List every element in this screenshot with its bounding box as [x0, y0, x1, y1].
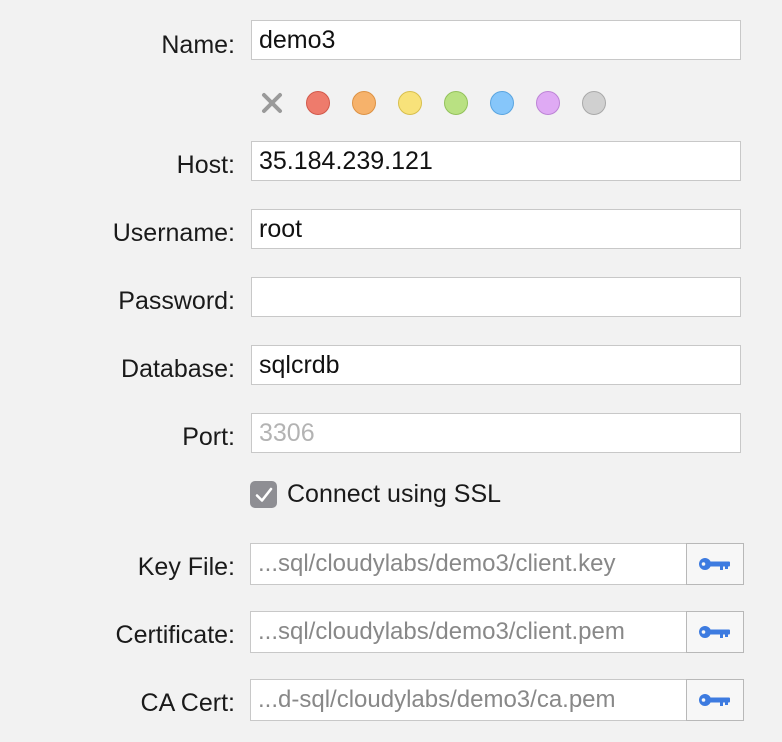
checkmark-icon: [255, 487, 272, 502]
key-file-browse-button[interactable]: [686, 543, 744, 585]
username-field[interactable]: root: [251, 209, 741, 249]
port-field[interactable]: 3306: [251, 413, 741, 453]
color-swatch-red[interactable]: [306, 91, 330, 115]
database-field[interactable]: sqlcrdb: [251, 345, 741, 385]
host-label: Host:: [176, 151, 235, 179]
database-label: Database:: [121, 355, 235, 383]
color-swatch-purple[interactable]: [536, 91, 560, 115]
name-label: Name:: [161, 31, 235, 59]
ca-cert-field[interactable]: ...d-sql/cloudylabs/demo3/ca.pem: [250, 679, 687, 721]
ca-cert-browse-button[interactable]: [686, 679, 744, 721]
host-field[interactable]: 35.184.239.121: [251, 141, 741, 181]
port-label: Port:: [182, 423, 235, 451]
password-label: Password:: [118, 287, 235, 315]
certificate-browse-button[interactable]: [686, 611, 744, 653]
color-swatch-orange[interactable]: [352, 91, 376, 115]
color-swatch-gray[interactable]: [582, 91, 606, 115]
key-icon: [699, 558, 730, 570]
color-swatch-blue[interactable]: [490, 91, 514, 115]
name-field[interactable]: demo3: [251, 20, 741, 60]
color-swatch-green[interactable]: [444, 91, 468, 115]
ssl-checkbox[interactable]: [250, 481, 277, 508]
clear-color-x-icon[interactable]: [259, 90, 285, 116]
key-icon: [699, 626, 730, 638]
username-label: Username:: [112, 219, 235, 247]
ssl-checkbox-label[interactable]: Connect using SSL: [287, 479, 501, 509]
ca-cert-label: CA Cert:: [140, 689, 235, 717]
key-file-label: Key File:: [137, 553, 235, 581]
key-icon: [699, 694, 730, 706]
certificate-field[interactable]: ...sql/cloudylabs/demo3/client.pem: [250, 611, 687, 653]
key-file-field[interactable]: ...sql/cloudylabs/demo3/client.key: [250, 543, 687, 585]
color-swatch-yellow[interactable]: [398, 91, 422, 115]
password-field[interactable]: [251, 277, 741, 317]
certificate-label: Certificate:: [115, 621, 235, 649]
